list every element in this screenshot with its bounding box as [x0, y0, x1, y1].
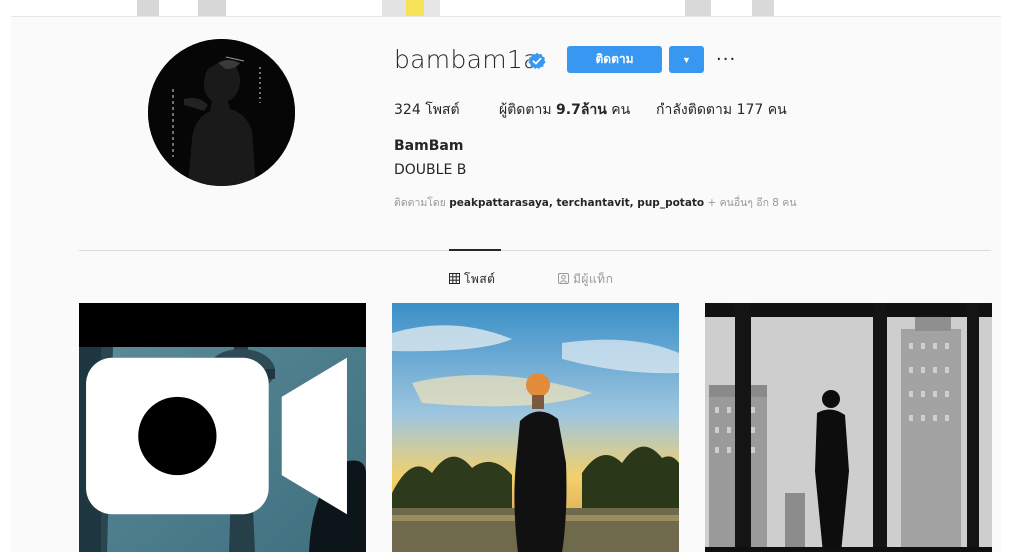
- post-image: [705, 303, 992, 552]
- more-options-button[interactable]: ···: [716, 49, 736, 70]
- profile-page: bambam1a ติดตาม ▼ ··· 324 โพสต์ ผู้ติดตา…: [11, 16, 1001, 552]
- follow-button[interactable]: ติดตาม: [567, 46, 662, 73]
- followers-unit: คน: [611, 102, 631, 118]
- tabs-divider: [79, 250, 991, 251]
- suggestions-dropdown-button[interactable]: ▼: [669, 46, 704, 73]
- bio: DOUBLE B: [394, 162, 467, 178]
- tagged-icon: [558, 273, 569, 284]
- tab-posts[interactable]: โพสต์: [449, 270, 495, 289]
- caret-down-icon: ▼: [682, 54, 691, 65]
- username: bambam1a: [394, 45, 539, 74]
- posts-label: โพสต์: [425, 102, 460, 118]
- followers-count: 9.7ล้าน: [556, 102, 607, 118]
- followed-by-prefix: ติดตามโดย: [394, 197, 446, 209]
- post-thumbnail[interactable]: [705, 303, 992, 552]
- active-tab-indicator: [449, 249, 501, 251]
- full-name: BamBam: [394, 138, 464, 154]
- video-icon: [86, 357, 347, 515]
- followed-by-suffix: + คนอื่นๆ อีก 8 คน: [707, 197, 797, 209]
- following-count: 177: [736, 102, 764, 118]
- post-thumbnail[interactable]: [79, 303, 366, 552]
- tab-tagged[interactable]: มีผู้แท็ก: [558, 270, 613, 289]
- followed-by-names: peakpattarasaya, terchantavit, pup_potat…: [449, 197, 705, 209]
- avatar-image: [148, 39, 295, 186]
- tab-tagged-label: มีผู้แท็ก: [573, 272, 614, 286]
- post-image: [392, 303, 679, 552]
- followers-label: ผู้ติดตาม: [499, 102, 552, 118]
- followers-stat[interactable]: ผู้ติดตาม 9.7ล้าน คน: [499, 99, 630, 121]
- following-stat[interactable]: กำลังติดตาม 177 คน: [656, 99, 787, 121]
- following-unit: คน: [767, 102, 787, 118]
- verified-badge-icon: [528, 52, 546, 69]
- post-thumbnail[interactable]: [392, 303, 679, 552]
- tab-posts-label: โพสต์: [464, 272, 496, 286]
- avatar[interactable]: [148, 39, 295, 186]
- grid-icon: [449, 273, 460, 284]
- followed-by[interactable]: ติดตามโดย peakpattarasaya, terchantavit,…: [394, 194, 797, 211]
- posts-count: 324: [394, 102, 421, 118]
- posts-stat[interactable]: 324 โพสต์: [394, 99, 460, 121]
- following-label: กำลังติดตาม: [656, 102, 733, 118]
